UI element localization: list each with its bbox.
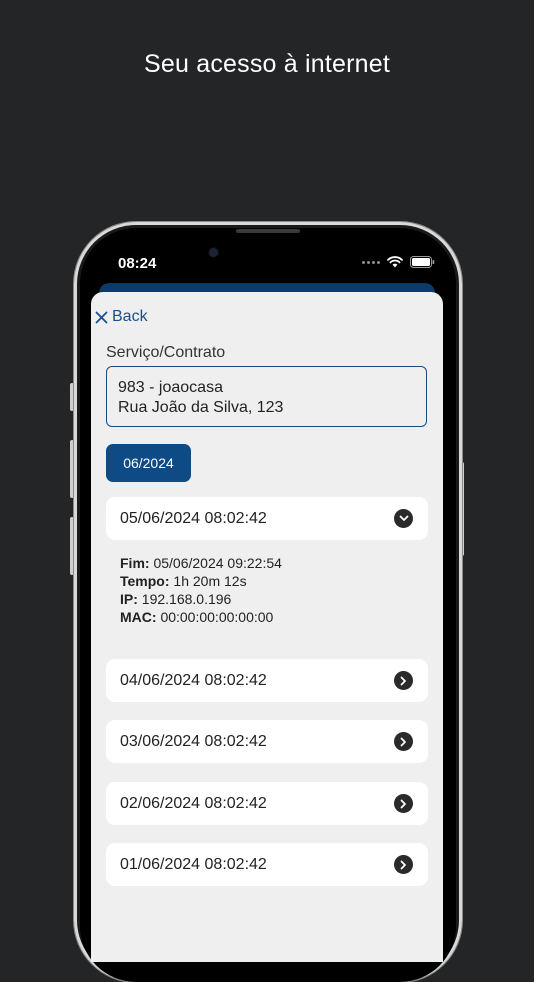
- month-filter-button[interactable]: 06/2024: [106, 444, 191, 482]
- session-start: 03/06/2024 08:02:42: [120, 732, 267, 750]
- back-label: Back: [112, 308, 148, 325]
- headline: Seu acesso à internet: [143, 50, 391, 78]
- connection-history-sheet: Back Serviço/Contrato 983 - joaocasa Rua…: [91, 292, 443, 962]
- session-details: Fim: 05/06/2024 09:22:54 Tempo: 1h 20m 1…: [120, 554, 282, 626]
- contract-label: Serviço/Contrato: [106, 344, 226, 361]
- session-start: 05/06/2024 08:02:42: [120, 509, 267, 527]
- phone-speaker: [236, 229, 300, 233]
- session-start: 02/06/2024 08:02:42: [120, 794, 267, 812]
- chevron-down-icon: [394, 509, 413, 528]
- signal-dots-icon: [362, 260, 380, 264]
- camera-icon: [209, 248, 218, 257]
- session-row[interactable]: 01/06/2024 08:02:42: [106, 843, 428, 886]
- session-row[interactable]: 02/06/2024 08:02:42: [106, 782, 428, 825]
- session-start: 04/06/2024 08:02:42: [120, 671, 267, 689]
- chevron-right-icon: [394, 855, 413, 874]
- session-row[interactable]: 04/06/2024 08:02:42: [106, 659, 428, 702]
- contract-id: 983 - joaocasa: [118, 379, 223, 396]
- detail-mac: MAC: 00:00:00:00:00:00: [120, 609, 274, 625]
- contract-select[interactable]: 983 - joaocasa Rua João da Silva, 123: [106, 366, 427, 427]
- status-icons: [362, 256, 435, 268]
- chevron-right-icon: [394, 671, 413, 690]
- battery-icon: [410, 256, 435, 268]
- detail-ip: IP: 192.168.0.196: [120, 591, 232, 607]
- chevron-right-icon: [394, 794, 413, 813]
- session-row[interactable]: 05/06/2024 08:02:42: [106, 497, 428, 540]
- session-row[interactable]: 03/06/2024 08:02:42: [106, 720, 428, 763]
- wifi-icon: [387, 256, 403, 268]
- detail-duration: Tempo: 1h 20m 12s: [120, 573, 247, 589]
- chevron-right-icon: [394, 732, 413, 751]
- back-button[interactable]: Back: [95, 308, 148, 326]
- contract-address: Rua João da Silva, 123: [118, 399, 284, 416]
- detail-end: Fim: 05/06/2024 09:22:54: [120, 555, 282, 571]
- close-icon: [95, 311, 108, 323]
- status-time: 08:24: [118, 255, 157, 272]
- session-start: 01/06/2024 08:02:42: [120, 855, 267, 873]
